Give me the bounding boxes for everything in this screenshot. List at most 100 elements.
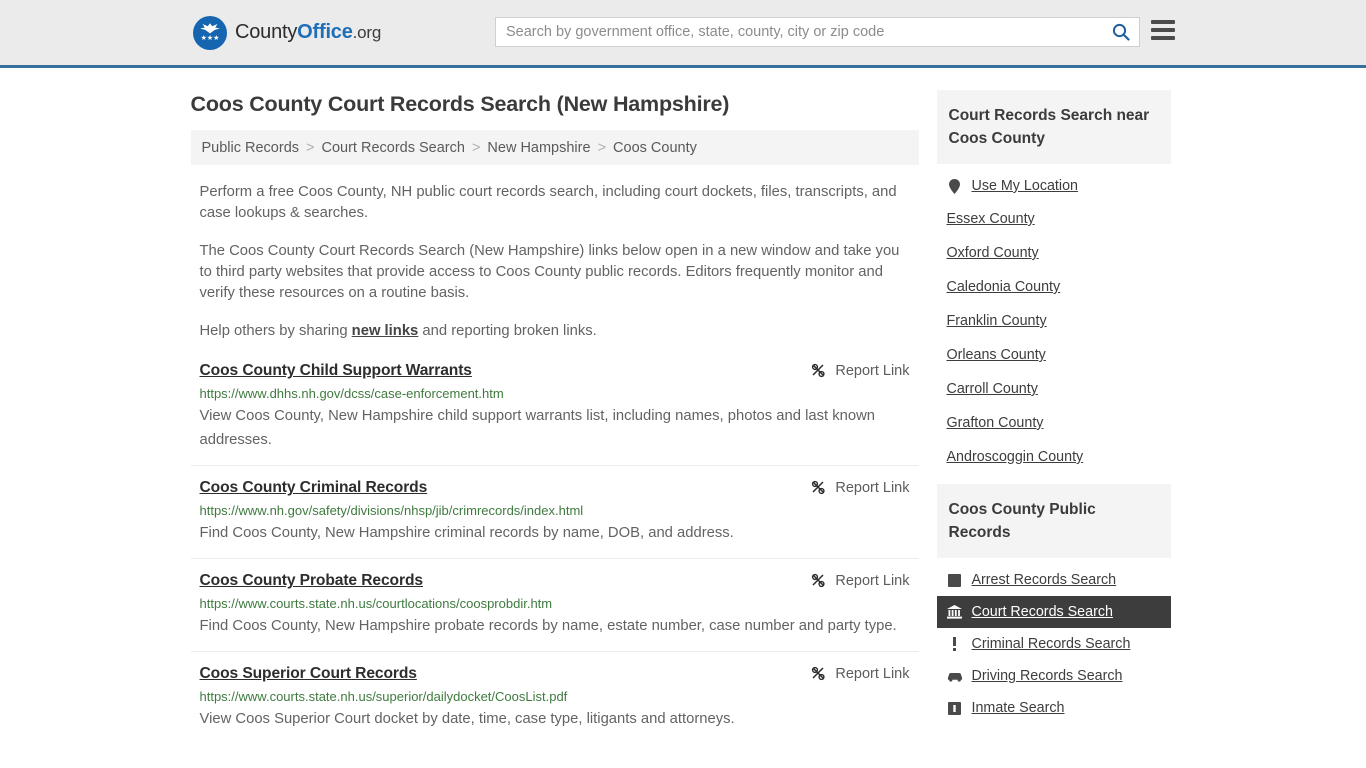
sidebar-item-inmate-search[interactable]: Inmate Search xyxy=(937,692,1171,724)
sidebar-item-arrest-records-search[interactable]: Arrest Records Search xyxy=(937,564,1171,596)
result-url: https://www.courts.state.nh.us/courtloca… xyxy=(199,596,553,611)
result-title-link[interactable]: Coos Superior Court Records xyxy=(200,665,417,683)
result-url: https://www.dhhs.nh.gov/dcss/case-enforc… xyxy=(199,386,504,401)
intro-p3-after: and reporting broken links. xyxy=(418,323,597,339)
result-title-link[interactable]: Coos County Probate Records xyxy=(200,572,424,590)
hamburger-menu-icon[interactable] xyxy=(1151,20,1175,40)
search-button[interactable] xyxy=(1103,18,1139,46)
stars-glyph: ★★★ xyxy=(200,35,220,42)
sidebar-link-grafton-county[interactable]: Grafton County xyxy=(947,415,1044,431)
eagle-glyph xyxy=(200,23,220,34)
sidebar-link-oxford-county[interactable]: Oxford County xyxy=(947,245,1039,261)
broken-link-icon xyxy=(812,666,825,681)
sidebar: Court Records Search near Coos County Us… xyxy=(936,68,1171,757)
sidebar-item-essex-county[interactable]: Essex County xyxy=(937,202,1171,236)
result-title-link[interactable]: Coos County Child Support Warrants xyxy=(200,362,472,380)
sidebar-item-grafton-county[interactable]: Grafton County xyxy=(937,406,1171,440)
result-header: Coos Superior Court Records Report Link xyxy=(200,665,910,683)
result-header: Coos County Child Support Warrants Repor… xyxy=(200,362,910,380)
courthouse-icon xyxy=(947,604,963,620)
results-list: Coos County Child Support Warrants Repor… xyxy=(190,362,919,744)
report-link-button[interactable]: Report Link xyxy=(811,665,910,682)
page-body: Coos County Court Records Search (New Ha… xyxy=(0,68,1366,757)
sidebar-link-orleans-county[interactable]: Orleans County xyxy=(947,347,1046,363)
breadcrumb: Public Records > Court Records Search > … xyxy=(190,130,919,165)
search-bar[interactable] xyxy=(495,17,1140,47)
sidebar-item-driving-records-search[interactable]: Driving Records Search xyxy=(937,660,1171,692)
sidebar-item-carroll-county[interactable]: Carroll County xyxy=(937,372,1171,406)
sidebar-item-criminal-records-search[interactable]: Criminal Records Search xyxy=(937,628,1171,660)
breadcrumb-item-court-records-search[interactable]: Court Records Search xyxy=(321,140,464,156)
sidebar-item-franklin-county[interactable]: Franklin County xyxy=(937,304,1171,338)
broken-link-icon xyxy=(812,363,825,378)
breadcrumb-item-new-hampshire[interactable]: New Hampshire xyxy=(487,140,590,156)
brand-text: CountyOffice.org xyxy=(235,21,381,44)
sidebar-item-court-records-search[interactable]: Court Records Search xyxy=(936,596,1171,628)
public-records-list: Arrest Records Search Court Records Sear… xyxy=(936,558,1171,724)
result-header: Coos County Criminal Records Report Link xyxy=(200,479,910,497)
intro-p3-before: Help others by sharing xyxy=(199,323,352,339)
report-link-button[interactable]: Report Link xyxy=(811,572,910,589)
brand-part-org: .org xyxy=(352,23,382,42)
report-link-label: Report Link xyxy=(835,573,910,589)
result-description: View Coos County, New Hampshire child su… xyxy=(199,408,876,448)
intro-section: Perform a free Coos County, NH public co… xyxy=(191,182,919,342)
site-logo[interactable]: ★★★ CountyOffice.org xyxy=(193,15,381,50)
sidebar-link-criminal-records-search[interactable]: Criminal Records Search xyxy=(972,636,1131,652)
sidebar-link-essex-county[interactable]: Essex County xyxy=(947,211,1035,227)
fingerprint-icon xyxy=(947,572,963,588)
nearby-counties-list: Use My Location Essex County Oxford Coun… xyxy=(937,164,1171,474)
public-records-heading: Coos County Public Records xyxy=(936,484,1171,558)
sidebar-link-carroll-county[interactable]: Carroll County xyxy=(947,381,1038,397)
result-description: Find Coos County, New Hampshire criminal… xyxy=(199,525,734,541)
sidebar-link-caledonia-county[interactable]: Caledonia County xyxy=(947,279,1061,295)
result-description: Find Coos County, New Hampshire probate … xyxy=(199,618,897,634)
result-item: Coos County Probate Records Report Link … xyxy=(190,572,919,652)
report-link-button[interactable]: Report Link xyxy=(811,479,910,496)
hamburger-bar xyxy=(1151,36,1175,40)
sidebar-item-caledonia-county[interactable]: Caledonia County xyxy=(937,270,1171,304)
intro-paragraph-3: Help others by sharing new links and rep… xyxy=(191,321,919,342)
result-description: View Coos Superior Court docket by date,… xyxy=(199,711,735,727)
public-records-panel: Coos County Public Records Arrest Record… xyxy=(936,484,1171,724)
sidebar-item-use-my-location[interactable]: Use My Location xyxy=(937,170,1171,202)
sidebar-item-oxford-county[interactable]: Oxford County xyxy=(937,236,1171,270)
result-url: https://www.nh.gov/safety/divisions/nhsp… xyxy=(199,503,584,518)
result-item: Coos County Criminal Records Report Link… xyxy=(190,479,919,559)
sidebar-item-orleans-county[interactable]: Orleans County xyxy=(937,338,1171,372)
sidebar-link-inmate-search[interactable]: Inmate Search xyxy=(972,700,1065,716)
map-pin-icon xyxy=(947,178,963,194)
breadcrumb-item-public-records[interactable]: Public Records xyxy=(202,140,300,156)
sidebar-link-franklin-county[interactable]: Franklin County xyxy=(947,313,1047,329)
breadcrumb-separator: > xyxy=(306,139,315,156)
sidebar-link-driving-records-search[interactable]: Driving Records Search xyxy=(972,668,1123,684)
exclamation-icon xyxy=(947,636,963,652)
result-item: Coos County Child Support Warrants Repor… xyxy=(190,362,919,466)
new-links-link[interactable]: new links xyxy=(352,323,419,339)
layout-container: Coos County Court Records Search (New Ha… xyxy=(190,68,1176,757)
hamburger-bar xyxy=(1151,20,1175,24)
broken-link-icon xyxy=(812,573,825,588)
result-header: Coos County Probate Records Report Link xyxy=(200,572,910,590)
hamburger-bar xyxy=(1151,28,1175,32)
sidebar-item-androscoggin-county[interactable]: Androscoggin County xyxy=(937,440,1171,474)
sidebar-link-arrest-records-search[interactable]: Arrest Records Search xyxy=(972,572,1117,588)
breadcrumb-separator: > xyxy=(471,139,481,156)
search-input[interactable] xyxy=(496,18,1103,46)
result-title-link[interactable]: Coos County Criminal Records xyxy=(200,479,428,497)
report-link-label: Report Link xyxy=(835,666,910,682)
search-icon xyxy=(1112,23,1130,41)
result-item: Coos Superior Court Records Report Link … xyxy=(191,665,919,744)
brand-part-office: Office xyxy=(297,21,353,43)
sidebar-link-court-records-search[interactable]: Court Records Search xyxy=(972,604,1113,620)
site-header: ★★★ CountyOffice.org xyxy=(0,0,1366,68)
intro-paragraph-1: Perform a free Coos County, NH public co… xyxy=(199,184,897,221)
nearby-counties-heading: Court Records Search near Coos County xyxy=(936,90,1171,164)
sidebar-link-use-my-location[interactable]: Use My Location xyxy=(972,178,1078,194)
report-link-button[interactable]: Report Link xyxy=(811,362,910,379)
sidebar-link-androscoggin-county[interactable]: Androscoggin County xyxy=(947,449,1084,465)
brand-part-county: County xyxy=(235,21,298,43)
car-icon xyxy=(947,668,963,684)
report-link-label: Report Link xyxy=(835,480,910,496)
result-url: https://www.courts.state.nh.us/superior/… xyxy=(199,689,568,704)
